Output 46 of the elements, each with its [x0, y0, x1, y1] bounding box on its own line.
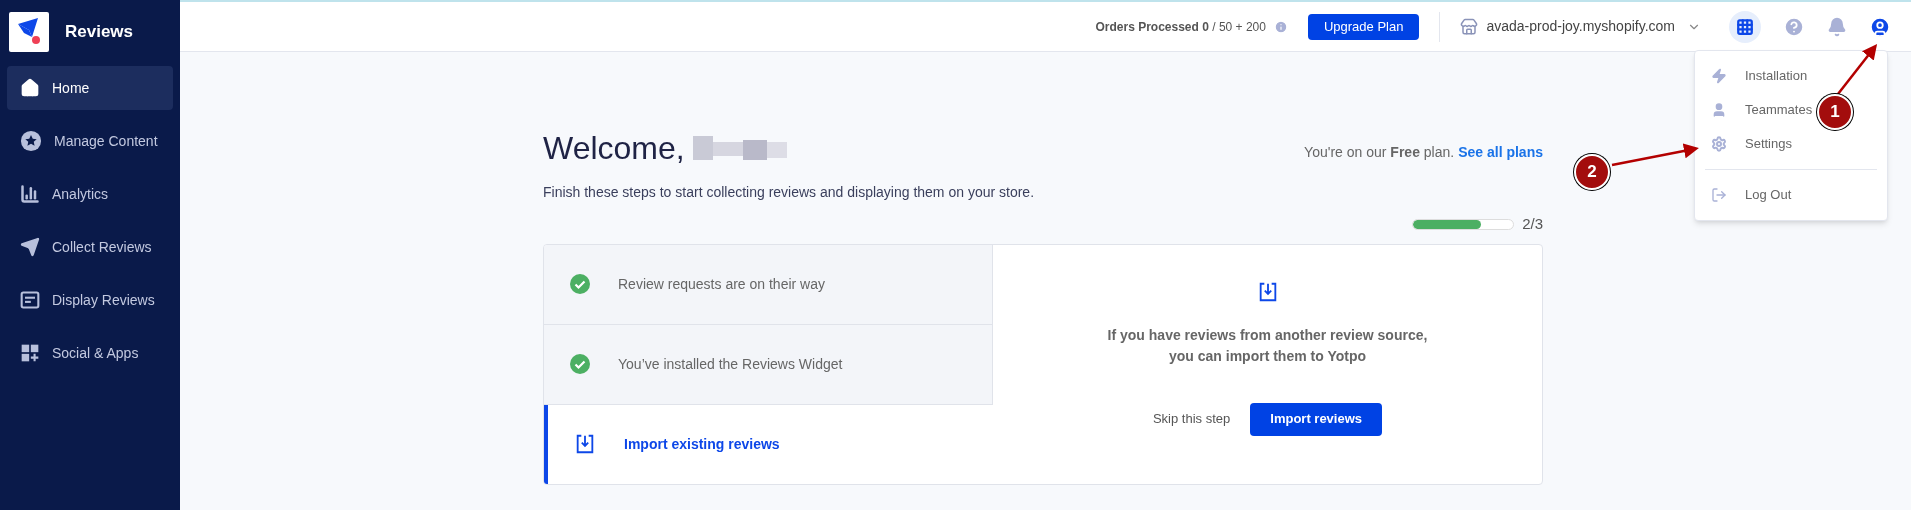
store-name[interactable]: avada-prod-joy.myshopify.com: [1486, 16, 1675, 37]
check-icon: [570, 354, 590, 374]
sidebar-item[interactable]: Manage Content: [7, 119, 173, 163]
store-icon: [1460, 17, 1479, 36]
import-reviews-button[interactable]: Import reviews: [1250, 402, 1383, 436]
sidebar-item[interactable]: Display Reviews: [7, 278, 173, 322]
welcome-title: Welcome,: [543, 129, 685, 168]
step-number-badge: 2: [1574, 154, 1610, 190]
log-out-icon: [1711, 187, 1727, 203]
progress-reading: 2/3: [1522, 214, 1543, 234]
skip-step-button[interactable]: Skip this step: [1152, 409, 1231, 429]
app-logo: [9, 12, 49, 52]
info-icon[interactable]: [1273, 19, 1288, 34]
step-item[interactable]: Review requests are on their way: [544, 244, 993, 325]
app-name: Reviews: [65, 21, 134, 44]
grid-icon: [1736, 17, 1754, 36]
sidebar-item[interactable]: Social & Apps: [7, 331, 173, 375]
import-message: If you have reviews from another review source, you can import them to Yotpo: [1106, 325, 1429, 366]
apps-grid-button[interactable]: [1729, 10, 1761, 43]
check-icon: [570, 274, 590, 294]
menu-item[interactable]: Settings: [1695, 127, 1794, 161]
annotation-arrow: [1837, 44, 1878, 95]
bar-chart-icon: [20, 184, 40, 204]
menu-item[interactable]: Teammates: [1695, 93, 1815, 127]
upgrade-plan-button[interactable]: Upgrade Plan: [1307, 13, 1420, 40]
import-icon: [574, 433, 596, 455]
user-icon: [1711, 102, 1727, 118]
sidebar-item[interactable]: Home: [7, 66, 173, 110]
bell-icon[interactable]: [1827, 16, 1847, 37]
plan-text: You're on our Free plan.: [1304, 143, 1455, 162]
help-icon[interactable]: [1783, 15, 1805, 38]
step-item[interactable]: You’ve installed the Reviews Widget: [544, 324, 993, 405]
sidebar-item[interactable]: Analytics: [7, 172, 173, 216]
user-avatar-icon[interactable]: [1869, 15, 1891, 38]
orders-processed: Orders Processed 0 / 50 + 200: [1095, 18, 1266, 36]
menu-item[interactable]: Log Out: [1695, 178, 1887, 212]
welcome-subtitle: Finish these steps to start collecting reviews and displaying them on your store.: [543, 183, 1035, 202]
menu-item[interactable]: Installation: [1695, 59, 1810, 93]
send-icon: [20, 237, 40, 257]
apps-icon: [20, 343, 40, 363]
settings-icon: [1711, 136, 1727, 152]
sidebar-item[interactable]: Collect Reviews: [7, 225, 173, 269]
home-icon: [20, 78, 40, 98]
see-all-plans-link[interactable]: See all plans: [1458, 142, 1543, 163]
lightning-icon: [1711, 68, 1727, 84]
display-icon: [20, 290, 40, 310]
